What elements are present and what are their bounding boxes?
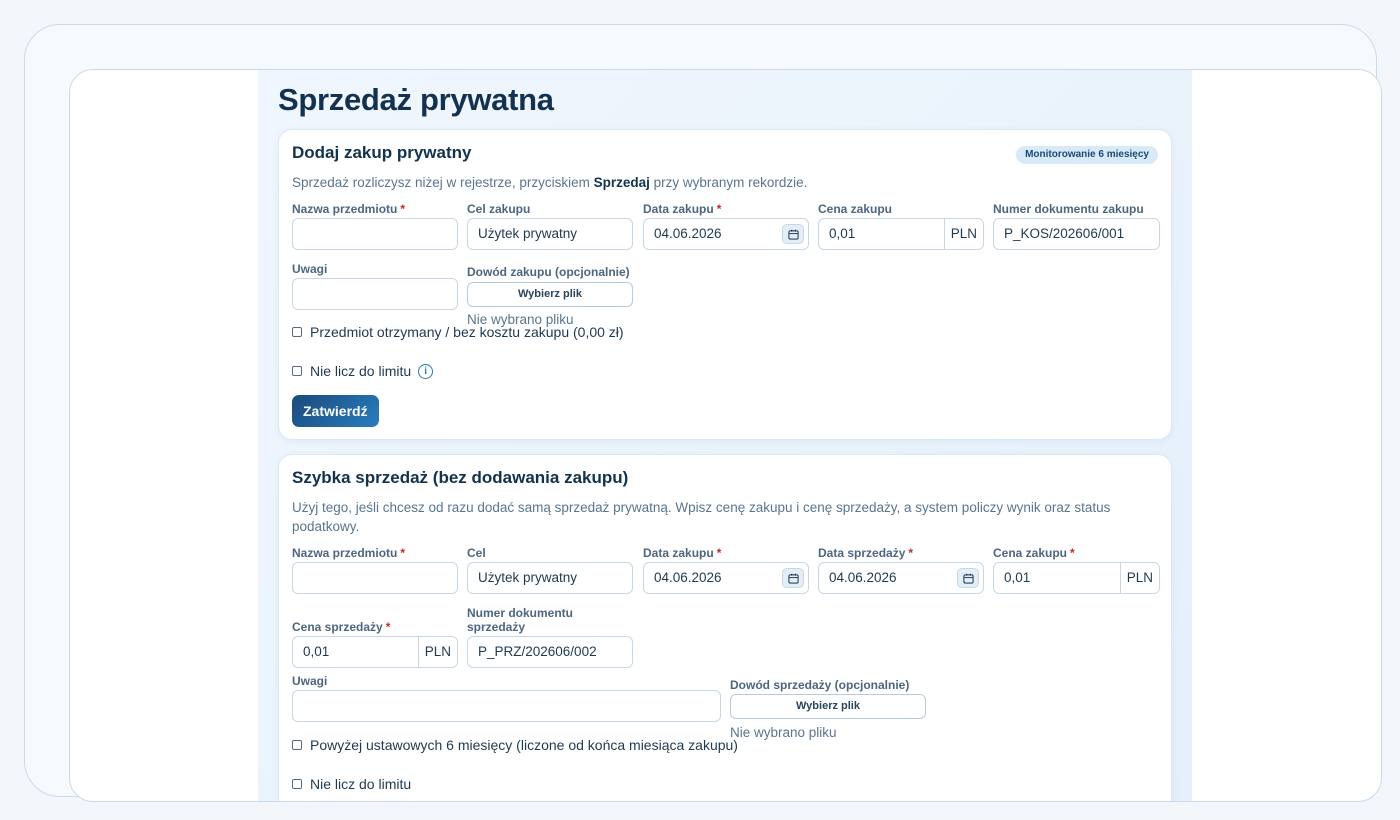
currency-unit: PLN <box>417 637 457 667</box>
add-purchase-title: Dodaj zakup prywatny <box>292 143 472 162</box>
qs-notes-label: Uwagi <box>292 674 328 688</box>
app-window: Sprzedaż prywatna Dodaj zakup prywatny M… <box>69 69 1382 802</box>
qs-nolimit-checkbox-label: Nie licz do limitu <box>310 776 412 792</box>
qs-doc-number-label: Numer dokumentu sprzedaży <box>467 606 574 634</box>
purchase-price-label: Cena zakupu <box>818 202 893 216</box>
received-checkbox-label: Przedmiot otrzymany / bez kosztu zakupu … <box>310 324 624 340</box>
purpose-select[interactable]: Użytek prywatny <box>467 218 633 250</box>
qs-purpose-label: Cel <box>467 546 486 560</box>
purchase-date-label: Data zakupu * <box>643 202 722 216</box>
nolimit-checkbox-row[interactable]: Nie licz do limitu i <box>292 363 434 379</box>
qs-purpose-select[interactable]: Użytek prywatny <box>467 562 633 594</box>
qs-doc-number-input[interactable]: P_PRZ/202606/002 <box>467 636 633 668</box>
quick-sale-card: Szybka sprzedaż (bez dodawania zakupu) U… <box>278 454 1172 801</box>
outer-frame: Sprzedaż prywatna Dodaj zakup prywatny M… <box>24 24 1382 802</box>
nolimit-checkbox[interactable] <box>292 366 302 376</box>
qs-item-name-label: Nazwa przedmiotu * <box>292 546 406 560</box>
quick-sale-description: Użyj tego, jeśli chcesz od razu dodać sa… <box>292 500 1111 534</box>
doc-number-input[interactable]: P_KOS/202606/001 <box>993 218 1160 250</box>
qs-sale-price-input[interactable]: 0,01 PLN <box>292 636 458 668</box>
notes-input[interactable] <box>292 278 458 310</box>
six-months-checkbox[interactable] <box>292 740 302 750</box>
info-icon[interactable]: i <box>418 363 434 379</box>
qs-purchase-date-input[interactable]: 04.06.2026 <box>643 562 809 594</box>
calendar-icon[interactable] <box>782 568 804 588</box>
six-months-checkbox-row[interactable]: Powyżej ustawowych 6 miesięcy (liczone o… <box>292 737 738 753</box>
item-name-label: Nazwa przedmiotu * <box>292 202 406 216</box>
currency-unit: PLN <box>1119 563 1159 593</box>
add-purchase-description: Sprzedaż rozliczysz niżej w rejestrze, p… <box>292 175 808 190</box>
purchase-date-input[interactable]: 04.06.2026 <box>643 218 809 250</box>
item-name-input[interactable] <box>292 218 458 250</box>
calendar-icon[interactable] <box>782 224 804 244</box>
quick-sale-title: Szybka sprzedaż (bez dodawania zakupu) <box>292 468 629 487</box>
monitoring-badge: Monitorowanie 6 miesięcy <box>1016 146 1158 164</box>
main-content: Sprzedaż prywatna Dodaj zakup prywatny M… <box>258 70 1192 801</box>
received-checkbox-row[interactable]: Przedmiot otrzymany / bez kosztu zakupu … <box>292 324 624 340</box>
calendar-icon[interactable] <box>957 568 979 588</box>
received-checkbox[interactable] <box>292 327 302 337</box>
qs-nolimit-checkbox[interactable] <box>292 779 302 789</box>
add-purchase-card: Dodaj zakup prywatny Monitorowanie 6 mie… <box>278 129 1172 440</box>
purchase-price-input[interactable]: 0,01 PLN <box>818 218 984 250</box>
qs-sale-price-label: Cena sprzedaży * <box>292 620 391 634</box>
notes-label: Uwagi <box>292 262 328 276</box>
qs-file-status: Nie wybrano pliku <box>730 725 837 740</box>
qs-proof-label: Dowód sprzedaży (opcjonalnie) <box>730 678 910 692</box>
qs-purchase-date-label: Data zakupu * <box>643 546 722 560</box>
qs-purchase-price-input[interactable]: 0,01 PLN <box>993 562 1160 594</box>
purpose-label: Cel zakupu <box>467 202 531 216</box>
proof-label: Dowód zakupu (opcjonalnie) <box>467 265 630 279</box>
nolimit-checkbox-label: Nie licz do limitu <box>310 363 412 379</box>
six-months-checkbox-label: Powyżej ustawowych 6 miesięcy (liczone o… <box>310 737 738 753</box>
doc-number-label: Numer dokumentu zakupu <box>993 202 1144 216</box>
qs-notes-input[interactable] <box>292 690 721 722</box>
qs-item-name-input[interactable] <box>292 562 458 594</box>
choose-file-button[interactable]: Wybierz plik <box>467 282 633 307</box>
qs-sale-date-label: Data sprzedaży * <box>818 546 914 560</box>
qs-sale-date-input[interactable]: 04.06.2026 <box>818 562 984 594</box>
qs-purchase-price-label: Cena zakupu * <box>993 546 1075 560</box>
qs-nolimit-checkbox-row[interactable]: Nie licz do limitu <box>292 776 411 792</box>
currency-unit: PLN <box>943 219 983 249</box>
qs-choose-file-button[interactable]: Wybierz plik <box>730 694 926 719</box>
page-title: Sprzedaż prywatna <box>278 82 554 117</box>
submit-button[interactable]: Zatwierdź <box>292 395 379 427</box>
